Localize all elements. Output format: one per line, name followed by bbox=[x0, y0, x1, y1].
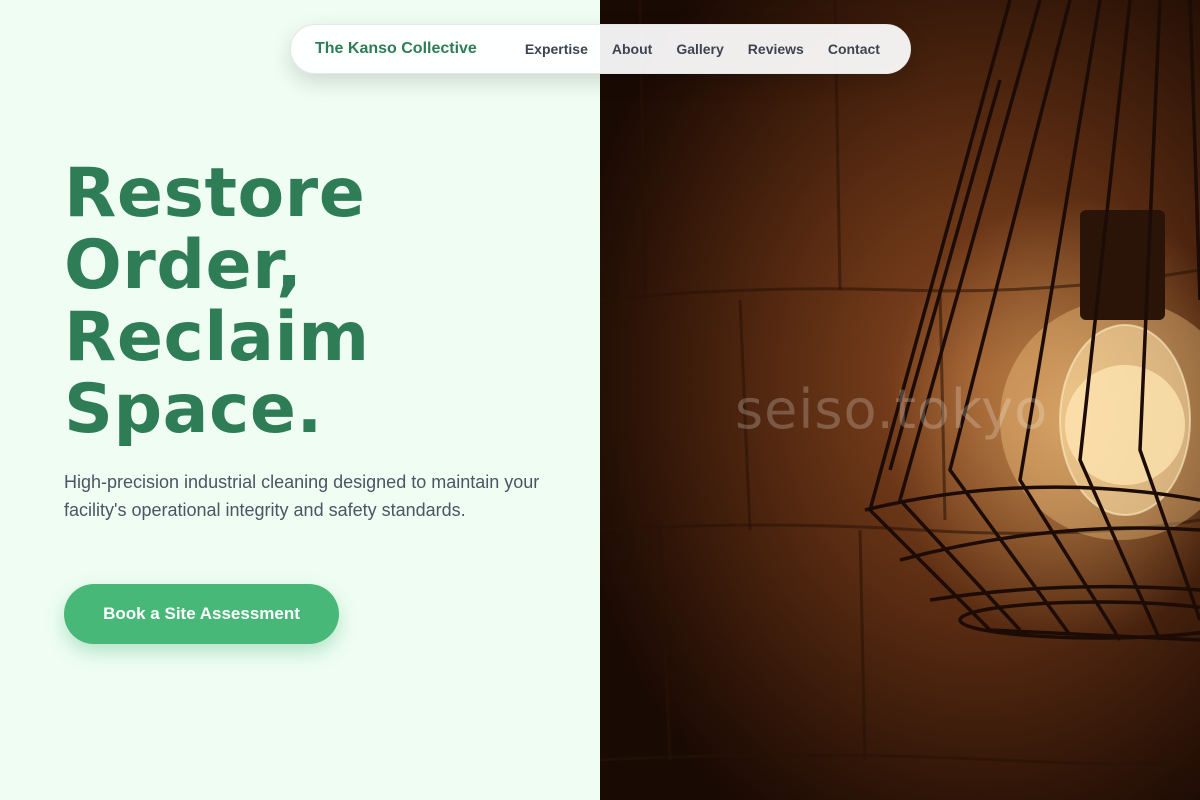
hero-title-line: Order, bbox=[64, 226, 303, 305]
nav-links: Expertise About Gallery Reviews Contact bbox=[525, 41, 880, 57]
top-navbar: The Kanso Collective Expertise About Gal… bbox=[290, 24, 911, 74]
hero-title-line: Space. bbox=[64, 370, 323, 449]
brand-logo[interactable]: The Kanso Collective bbox=[315, 40, 477, 58]
hero-title: Restore Order, Reclaim Space. bbox=[64, 158, 584, 446]
book-assessment-button[interactable]: Book a Site Assessment bbox=[64, 584, 339, 644]
hero-image: seiso.tokyo bbox=[600, 0, 1200, 800]
hero-title-line: Restore bbox=[64, 154, 366, 233]
nav-link-expertise[interactable]: Expertise bbox=[525, 41, 588, 57]
image-watermark: seiso.tokyo bbox=[735, 378, 1049, 441]
hero-title-line: Reclaim bbox=[64, 298, 370, 377]
hero-subtitle: High-precision industrial cleaning desig… bbox=[64, 472, 540, 520]
nav-link-about[interactable]: About bbox=[612, 41, 652, 57]
nav-link-contact[interactable]: Contact bbox=[828, 41, 880, 57]
nav-link-gallery[interactable]: Gallery bbox=[676, 41, 723, 57]
nav-link-reviews[interactable]: Reviews bbox=[748, 41, 804, 57]
